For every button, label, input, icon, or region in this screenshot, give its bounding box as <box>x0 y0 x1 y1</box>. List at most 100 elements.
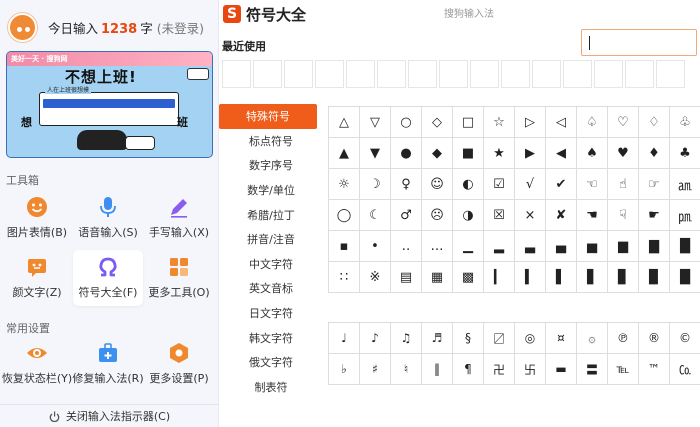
tool-more-tools[interactable]: 更多工具(O) <box>144 250 214 306</box>
symbol-cell[interactable]: ☹ <box>422 200 453 231</box>
symbol-cell[interactable]: ☛ <box>639 200 670 231</box>
recent-symbol-slot[interactable] <box>625 60 654 88</box>
setting-restore-statusbar[interactable]: 恢复状态栏(Y) <box>2 336 72 392</box>
symbol-cell[interactable]: ¤ <box>546 323 577 354</box>
symbol-cell[interactable]: ✔ <box>546 169 577 200</box>
symbol-cell[interactable]: ◎ <box>515 323 546 354</box>
symbol-cell[interactable]: ▆ <box>608 231 639 262</box>
category-item[interactable]: 拼音/注音 <box>219 227 323 252</box>
symbol-cell[interactable]: ♫ <box>391 323 422 354</box>
symbol-cell[interactable]: ♥ <box>608 138 639 169</box>
symbol-cell[interactable]: 〓 <box>577 354 608 385</box>
category-item[interactable]: 日文字符 <box>219 301 323 326</box>
symbol-cell[interactable]: ♀ <box>391 169 422 200</box>
symbol-cell[interactable]: ◑ <box>453 200 484 231</box>
symbol-cell[interactable]: ▄ <box>546 231 577 262</box>
symbol-cell[interactable]: ♮ <box>391 354 422 385</box>
tool-image-emoji[interactable]: 图片表情(B) <box>2 190 72 246</box>
symbol-cell[interactable]: ♢ <box>639 107 670 138</box>
tool-voice-input[interactable]: 语音输入(S) <box>73 190 143 246</box>
symbol-cell[interactable]: ◐ <box>453 169 484 200</box>
recent-symbol-slot[interactable] <box>315 60 344 88</box>
symbol-cell[interactable]: √ <box>515 169 546 200</box>
category-item[interactable]: 希腊/拉丁 <box>219 202 323 227</box>
symbol-cell[interactable]: ‖ <box>422 354 453 385</box>
symbol-cell[interactable]: ▦ <box>422 262 453 293</box>
tool-kaomoji[interactable]: 颜文字(Z) <box>2 250 72 306</box>
category-item[interactable]: 俄文字符 <box>219 350 323 375</box>
symbol-cell[interactable]: ▍ <box>515 262 546 293</box>
symbol-cell[interactable]: ☚ <box>577 200 608 231</box>
symbol-cell[interactable]: ▷ <box>515 107 546 138</box>
symbol-cell[interactable]: 卍 <box>484 354 515 385</box>
recent-symbol-slot[interactable] <box>253 60 282 88</box>
recent-symbol-slot[interactable] <box>501 60 530 88</box>
symbol-cell[interactable]: ☺ <box>422 169 453 200</box>
symbol-cell[interactable]: ◯ <box>329 200 360 231</box>
symbol-cell[interactable]: ★ <box>484 138 515 169</box>
symbol-cell[interactable]: ☝ <box>608 169 639 200</box>
symbol-cell[interactable]: ▉ <box>639 262 670 293</box>
symbol-cell[interactable]: ♪ <box>360 323 391 354</box>
symbol-cell[interactable]: ▬ <box>546 354 577 385</box>
symbol-cell[interactable]: ☞ <box>639 169 670 200</box>
symbol-cell[interactable]: • <box>360 231 391 262</box>
recent-symbol-slot[interactable] <box>532 60 561 88</box>
symbol-cell[interactable]: ● <box>391 138 422 169</box>
category-item[interactable]: 数学/单位 <box>219 178 323 203</box>
symbol-cell[interactable]: ▅ <box>577 231 608 262</box>
symbol-cell[interactable]: ※ <box>360 262 391 293</box>
symbol-search-input[interactable] <box>581 29 697 56</box>
close-indicator-button[interactable]: 关闭输入法指示器(C) <box>0 404 219 427</box>
symbol-cell[interactable]: ♂ <box>391 200 422 231</box>
symbol-cell[interactable]: 卐 <box>515 354 546 385</box>
setting-repair-ime[interactable]: 修复输入法(R) <box>72 336 144 392</box>
symbol-cell[interactable]: ▂ <box>484 231 515 262</box>
symbol-cell[interactable]: 〼 <box>484 323 515 354</box>
symbol-cell[interactable]: ◆ <box>422 138 453 169</box>
symbol-cell[interactable]: ☟ <box>608 200 639 231</box>
symbol-cell[interactable]: ▃ <box>515 231 546 262</box>
symbol-cell[interactable]: × <box>515 200 546 231</box>
symbol-cell[interactable]: ♯ <box>360 354 391 385</box>
category-item[interactable]: 英文音标 <box>219 276 323 301</box>
symbol-cell[interactable]: ✘ <box>546 200 577 231</box>
symbol-cell[interactable]: ㏂ <box>670 169 700 200</box>
setting-more-settings[interactable]: 更多设置(P) <box>144 336 214 392</box>
symbol-cell[interactable]: ☾ <box>360 200 391 231</box>
symbol-cell[interactable]: □ <box>453 107 484 138</box>
recent-symbol-slot[interactable] <box>656 60 685 88</box>
symbol-cell[interactable]: ℗ <box>608 323 639 354</box>
symbol-cell[interactable]: ♡ <box>608 107 639 138</box>
symbol-cell[interactable]: ™ <box>639 354 670 385</box>
recent-symbol-slot[interactable] <box>222 60 251 88</box>
recent-symbol-slot[interactable] <box>408 60 437 88</box>
symbol-cell[interactable]: ▎ <box>484 262 515 293</box>
symbol-cell[interactable]: ♠ <box>577 138 608 169</box>
recent-symbol-slot[interactable] <box>594 60 623 88</box>
symbol-cell[interactable]: ▶ <box>515 138 546 169</box>
symbol-cell[interactable]: ♩ <box>329 323 360 354</box>
symbol-cell[interactable]: ▋ <box>577 262 608 293</box>
symbol-cell[interactable]: ▽ <box>360 107 391 138</box>
symbol-cell[interactable]: ☼ <box>329 169 360 200</box>
symbol-cell[interactable]: █ <box>670 231 700 262</box>
symbol-cell[interactable]: ▼ <box>360 138 391 169</box>
promo-banner[interactable]: 美好一天 · 搜狗网 不想上班! 人在上班很想摸 想 班 <box>6 51 213 158</box>
symbol-cell[interactable]: ☑ <box>484 169 515 200</box>
category-item[interactable]: 数字序号 <box>219 153 323 178</box>
symbol-cell[interactable]: ♤ <box>577 107 608 138</box>
symbol-cell[interactable]: ۞ <box>577 323 608 354</box>
symbol-cell[interactable]: ▇ <box>639 231 670 262</box>
symbol-cell[interactable]: § <box>453 323 484 354</box>
category-item[interactable]: 制表符 <box>219 375 323 400</box>
symbol-cell[interactable]: ♦ <box>639 138 670 169</box>
symbol-cell[interactable]: ☆ <box>484 107 515 138</box>
symbol-cell[interactable]: △ <box>329 107 360 138</box>
symbol-cell[interactable]: ☽ <box>360 169 391 200</box>
category-item[interactable]: 标点符号 <box>219 129 323 154</box>
recent-symbol-slot[interactable] <box>377 60 406 88</box>
symbol-cell[interactable]: ㏘ <box>670 200 700 231</box>
symbol-cell[interactable]: ▁ <box>453 231 484 262</box>
symbol-cell[interactable]: ♭ <box>329 354 360 385</box>
